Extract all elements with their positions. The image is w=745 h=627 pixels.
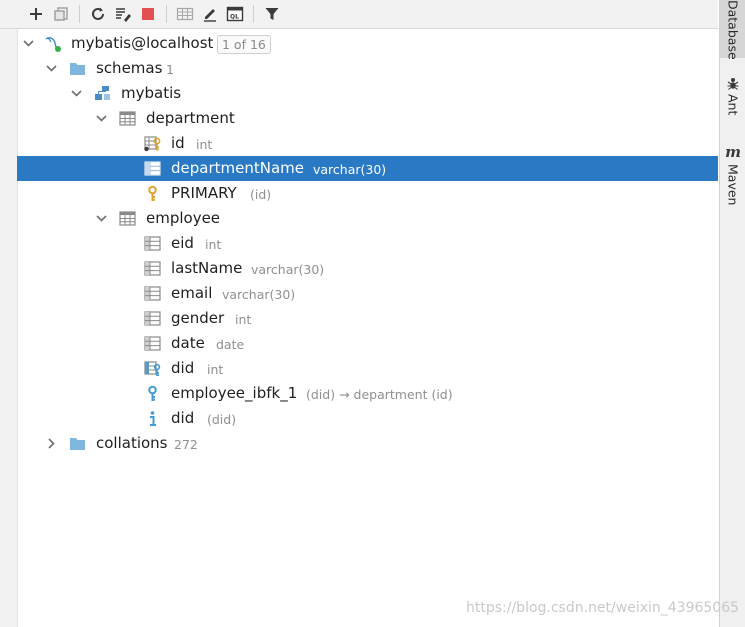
tree-node-column-selected[interactable]: departmentName varchar(30) — [17, 156, 718, 181]
schema-label: mybatis — [121, 84, 182, 102]
tree-node-column[interactable]: lastName varchar(30) — [17, 256, 718, 281]
toolbar-separator — [79, 5, 80, 23]
column-type: int — [207, 362, 224, 377]
properties-icon[interactable] — [111, 2, 135, 26]
watermark: https://blog.csdn.net/weixin_43965065 — [466, 600, 740, 616]
index-columns: (did) — [207, 412, 237, 427]
table-view-icon[interactable] — [173, 2, 197, 26]
column-label: lastName — [171, 259, 243, 277]
tree-node-index[interactable]: did (did) — [17, 406, 718, 431]
column-icon — [144, 161, 161, 176]
column-type: int — [205, 237, 222, 252]
column-label: gender — [171, 309, 225, 327]
tree-node-key[interactable]: PRIMARY (id) — [17, 181, 718, 206]
column-type: int — [235, 312, 252, 327]
toolbar: QL — [0, 0, 718, 29]
column-icon — [144, 236, 161, 251]
tree-node-table-department[interactable]: department — [17, 106, 718, 131]
index-label: did — [171, 409, 195, 427]
schemas-label: schemas — [96, 59, 163, 77]
left-gutter — [0, 29, 18, 627]
duplicate-icon[interactable] — [49, 2, 73, 26]
chevron-down-icon[interactable] — [95, 212, 108, 225]
toolbar-separator — [166, 5, 167, 23]
add-icon[interactable] — [24, 2, 48, 26]
schemas-count: 1 — [166, 62, 174, 77]
foreign-key-column-icon — [144, 361, 161, 376]
connection-count-badge: 1 of 16 — [217, 35, 271, 54]
tree-node-column[interactable]: email varchar(30) — [17, 281, 718, 306]
folder-icon — [70, 438, 85, 450]
table-label: employee — [146, 209, 221, 227]
connection-label: mybatis@localhost — [71, 34, 214, 52]
column-type: varchar(30) — [222, 287, 296, 302]
tab-database-label: Database — [725, 0, 741, 60]
tree-node-column[interactable]: id int — [17, 131, 718, 156]
collations-label: collations — [96, 434, 168, 452]
column-label: id — [171, 134, 185, 152]
foreign-key-label: employee_ibfk_1 — [171, 384, 298, 402]
tab-maven[interactable]: m Maven — [720, 144, 745, 205]
tree-node-collations[interactable]: collations 272 — [17, 431, 718, 456]
column-label: eid — [171, 234, 194, 252]
column-type: int — [196, 137, 213, 152]
schema-icon — [95, 86, 110, 100]
foreign-key-icon — [148, 385, 157, 401]
datasource-icon — [45, 37, 61, 52]
stop-icon[interactable] — [136, 2, 160, 26]
table-label: department — [146, 109, 235, 127]
tree-node-connection[interactable]: mybatis@localhost 1 of 16 — [17, 31, 718, 56]
tree-node-schema[interactable]: mybatis — [17, 81, 718, 106]
table-icon — [119, 211, 136, 226]
toolbar-separator — [253, 5, 254, 23]
column-type: varchar(30) — [313, 162, 387, 177]
collations-count: 272 — [174, 437, 198, 452]
tab-database[interactable]: Database — [720, 0, 745, 60]
column-icon — [144, 311, 161, 326]
svg-text:QL: QL — [230, 14, 239, 21]
column-icon — [144, 261, 161, 276]
database-tree: mybatis@localhost 1 of 16 schemas 1 myba… — [17, 31, 718, 456]
key-icon — [148, 185, 157, 201]
tree-node-table-employee[interactable]: employee — [17, 206, 718, 231]
tree-node-column[interactable]: did int — [17, 356, 718, 381]
tree-node-foreign-key[interactable]: employee_ibfk_1 (did) → department (id) — [17, 381, 718, 406]
table-icon — [119, 111, 136, 126]
column-icon — [144, 286, 161, 301]
index-icon — [150, 411, 156, 426]
key-columns: (id) — [250, 187, 272, 202]
tree-node-column[interactable]: date date — [17, 331, 718, 356]
ant-icon — [727, 78, 739, 90]
edit-icon[interactable] — [198, 2, 222, 26]
tree-node-column[interactable]: eid int — [17, 231, 718, 256]
maven-icon: m — [725, 143, 741, 161]
key-label: PRIMARY — [171, 184, 237, 202]
column-label: did — [171, 359, 195, 377]
column-label: departmentName — [171, 159, 304, 177]
column-type: date — [216, 337, 245, 352]
column-type: varchar(30) — [251, 262, 325, 277]
chevron-down-icon[interactable] — [95, 112, 108, 125]
chevron-down-icon[interactable] — [70, 87, 83, 100]
tree-node-schemas[interactable]: schemas 1 — [17, 56, 718, 81]
tree-node-column[interactable]: gender int — [17, 306, 718, 331]
primary-key-column-icon — [144, 136, 161, 152]
column-label: date — [171, 334, 205, 352]
tab-ant-label: Ant — [725, 94, 741, 116]
right-tool-strip: Database Ant m Maven — [719, 0, 745, 627]
column-label: email — [171, 284, 213, 302]
column-icon — [144, 336, 161, 351]
tab-maven-label: Maven — [725, 164, 741, 206]
refresh-icon[interactable] — [86, 2, 110, 26]
tab-ant[interactable]: Ant — [720, 76, 745, 115]
foreign-key-reference: (did) → department (id) — [306, 387, 453, 402]
chevron-right-icon[interactable] — [45, 437, 58, 450]
query-console-icon[interactable]: QL — [223, 2, 247, 26]
chevron-down-icon[interactable] — [45, 62, 58, 75]
chevron-down-icon[interactable] — [22, 37, 35, 50]
filter-icon[interactable] — [260, 2, 284, 26]
folder-icon — [70, 63, 85, 75]
